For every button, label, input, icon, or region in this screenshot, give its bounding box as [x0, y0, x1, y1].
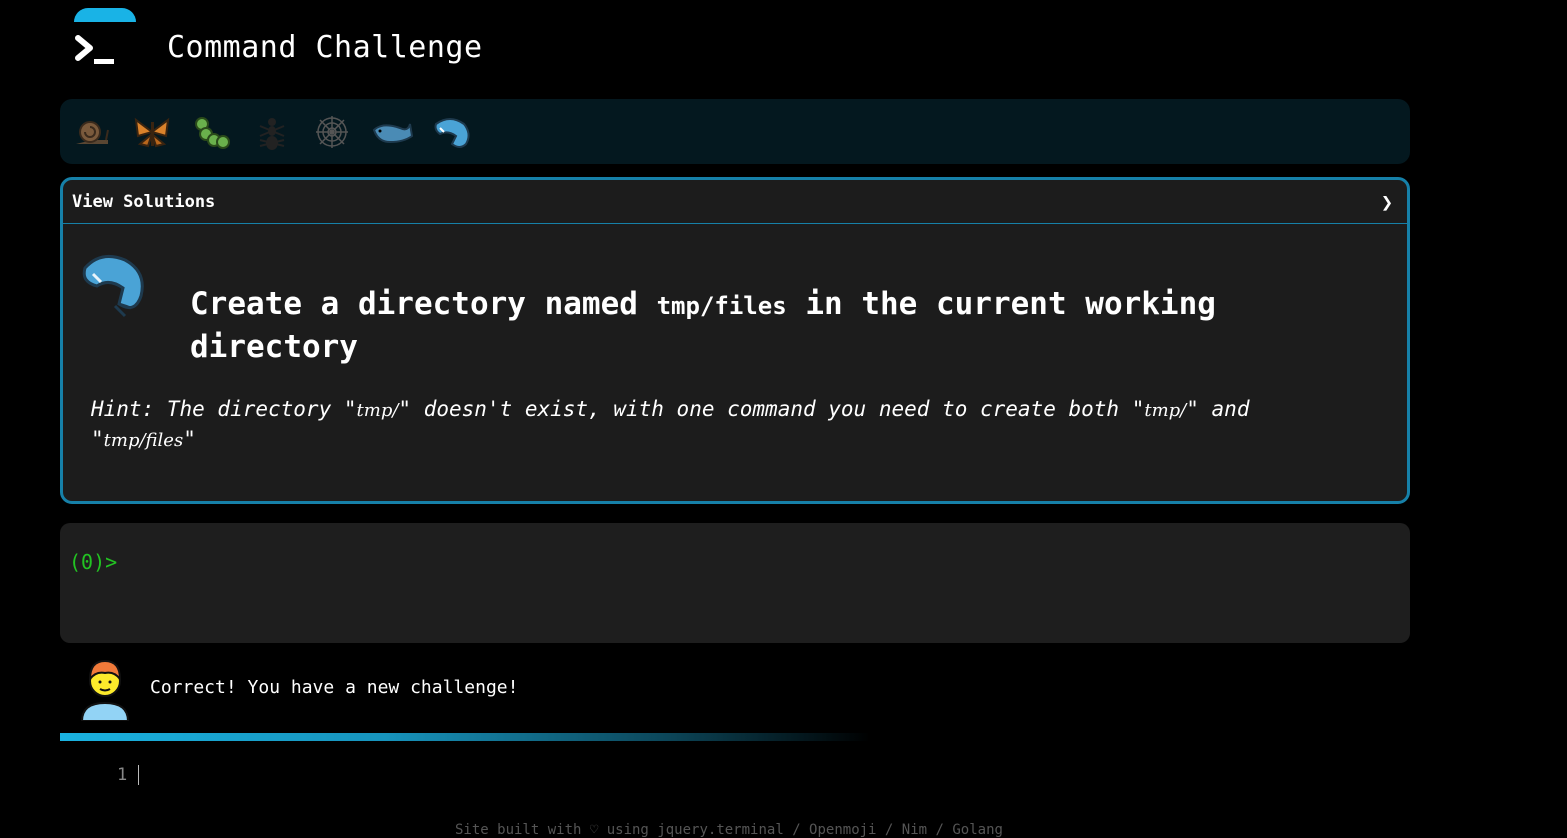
- view-solutions-label: View Solutions: [72, 191, 216, 212]
- footer-link-openmoji[interactable]: Openmoji: [809, 822, 876, 838]
- terminal[interactable]: (0)>: [60, 523, 1410, 643]
- header: Command Challenge: [60, 0, 660, 90]
- challenge-code: tmp/files: [656, 292, 787, 320]
- level-bar: [60, 99, 1410, 164]
- chevron-right-icon[interactable]: ❯: [1381, 190, 1393, 214]
- feedback-message: Correct! You have a new challenge!: [150, 677, 519, 698]
- ant-icon[interactable]: [250, 110, 294, 154]
- footer-link-nim[interactable]: Nim: [902, 822, 927, 838]
- terminal-prompt-icon[interactable]: [74, 34, 118, 68]
- text-cursor[interactable]: [138, 765, 139, 785]
- line-number: 1: [117, 765, 128, 785]
- snail-icon[interactable]: [70, 110, 114, 154]
- spouting-whale-icon: [82, 254, 144, 318]
- butterfly-icon[interactable]: [130, 110, 174, 154]
- challenge-panel: View Solutions ❯ Create a directory name…: [60, 177, 1410, 504]
- view-solutions-toggle[interactable]: View Solutions ❯: [63, 180, 1407, 224]
- terminal-prompt: (0)>: [69, 550, 118, 574]
- challenge-hint: Hint: The directory "tmp/" doesn't exist…: [91, 397, 1250, 451]
- footer-link-golang[interactable]: Golang: [952, 822, 1003, 838]
- progress-bar: [60, 733, 870, 741]
- logo-cap: [74, 8, 136, 22]
- footer-text: Site built with ♡ using: [455, 822, 649, 838]
- spouting-whale-icon[interactable]: [430, 110, 474, 154]
- app-title: Command Challenge: [167, 30, 483, 65]
- challenge-title: Create a directory named tmp/files in th…: [190, 286, 1216, 365]
- footer: Site built with ♡ using jquery.terminal …: [455, 822, 1003, 838]
- whale-icon[interactable]: [370, 110, 414, 154]
- caterpillar-icon[interactable]: [190, 110, 234, 154]
- spider-web-icon[interactable]: [310, 110, 354, 154]
- man-avatar-icon: [80, 659, 130, 721]
- footer-link-jquery-terminal[interactable]: jquery.terminal: [657, 822, 783, 838]
